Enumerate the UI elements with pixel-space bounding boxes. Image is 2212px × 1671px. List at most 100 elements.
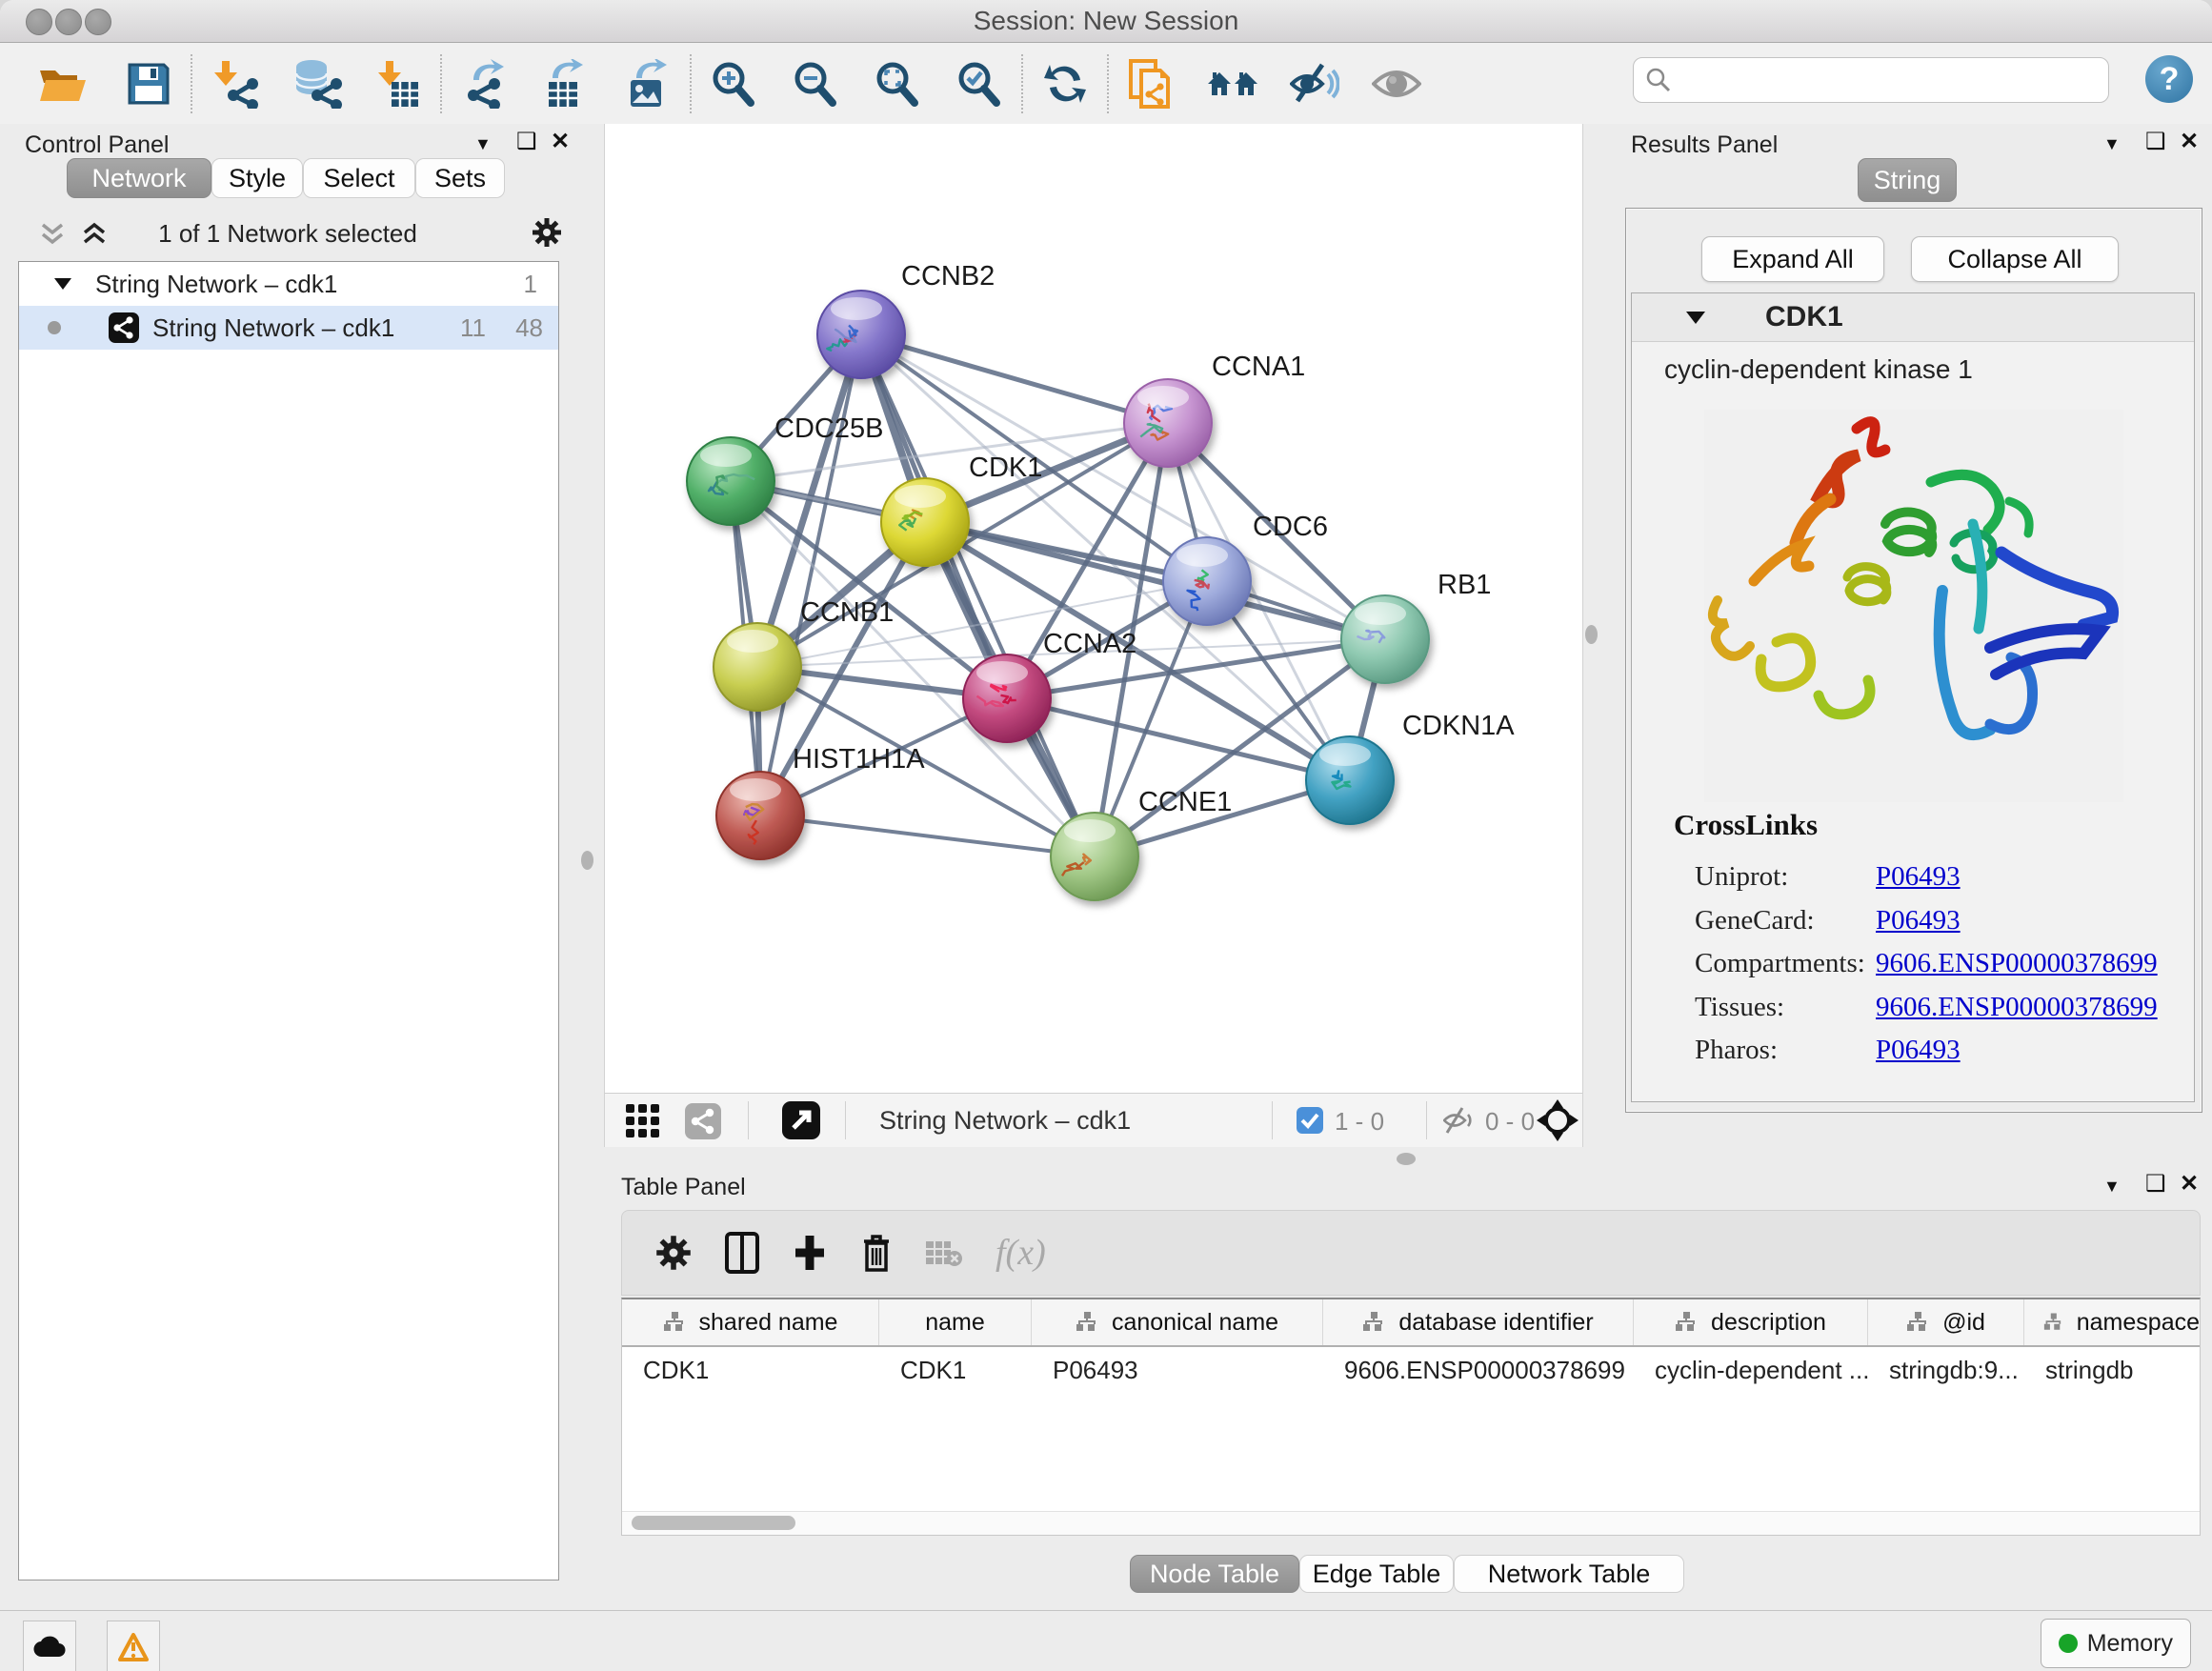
- network-node-cdc6[interactable]: CDC6: [1163, 512, 1328, 625]
- network-options-gear-icon[interactable]: [530, 215, 564, 250]
- show-columns-button[interactable]: [725, 1232, 759, 1274]
- delete-columns-button[interactable]: [860, 1232, 893, 1274]
- collection-expand-icon[interactable]: [53, 276, 72, 292]
- results-panel-close-button[interactable]: ✕: [2180, 131, 2199, 153]
- help-button[interactable]: ?: [2145, 55, 2193, 103]
- column-type-icon: [1076, 1311, 1098, 1334]
- crosslink-pharos[interactable]: P06493: [1876, 1035, 1961, 1065]
- results-panel-float-button[interactable]: ❑: [2145, 131, 2166, 153]
- selected-checkbox-icon[interactable]: [1297, 1107, 1323, 1134]
- network-node-hist1h1a[interactable]: HIST1H1A: [716, 744, 925, 859]
- save-session-button[interactable]: [118, 53, 179, 114]
- network-graph[interactable]: CCNB2CCNA1CDC25BCDK1CDC6RB1CCNB1CCNA2CDK…: [605, 124, 1582, 1091]
- right-splitter-handle[interactable]: [1585, 625, 1598, 644]
- tab-node-table[interactable]: Node Table: [1130, 1555, 1299, 1593]
- crosslink-genecard[interactable]: P06493: [1876, 905, 1961, 936]
- column-header[interactable]: database identifier: [1323, 1299, 1634, 1345]
- search-input[interactable]: [1672, 65, 2076, 96]
- left-splitter-handle[interactable]: [581, 851, 593, 870]
- tab-string[interactable]: String: [1858, 158, 1957, 202]
- network-edge[interactable]: [760, 815, 1095, 856]
- export-network-button[interactable]: [453, 53, 514, 114]
- export-image-icon: [625, 59, 671, 109]
- tab-style[interactable]: Style: [211, 158, 303, 198]
- table-row[interactable]: CDK1 CDK1 P06493 9606.ENSP00000378699 cy…: [622, 1347, 2200, 1393]
- crosslink-label: GeneCard:: [1695, 899, 1876, 943]
- show-all-button[interactable]: [1366, 53, 1427, 114]
- grid-view-icon[interactable]: [626, 1104, 660, 1138]
- tab-edge-table[interactable]: Edge Table: [1299, 1555, 1454, 1593]
- crosslink-tissues[interactable]: 9606.ENSP00000378699: [1876, 992, 2158, 1022]
- column-header[interactable]: namespace: [2024, 1299, 2200, 1345]
- network-row-selected[interactable]: String Network – cdk1 11 48: [19, 306, 558, 350]
- scrollbar-thumb[interactable]: [632, 1516, 795, 1530]
- zoom-out-button[interactable]: [785, 53, 846, 114]
- cytoscape-window: Session: New Session: [0, 0, 2212, 1671]
- footer-network-name: String Network – cdk1: [879, 1106, 1131, 1136]
- zoom-in-button[interactable]: [703, 53, 764, 114]
- birdseye-navigator-icon[interactable]: [1537, 1099, 1579, 1141]
- control-panel-close-button[interactable]: ✕: [551, 131, 570, 153]
- footer-separator: [845, 1101, 846, 1139]
- eye-icon: [1372, 65, 1421, 103]
- network-canvas[interactable]: CCNB2CCNA1CDC25BCDK1CDC6RB1CCNB1CCNA2CDK…: [604, 124, 1583, 1093]
- cloud-status-button[interactable]: [23, 1621, 76, 1671]
- table-panel-close-button[interactable]: ✕: [2180, 1173, 2199, 1196]
- control-panel-float-button[interactable]: ❑: [516, 131, 537, 153]
- import-table-button[interactable]: [368, 53, 429, 114]
- first-neighbors-button[interactable]: [1202, 53, 1263, 114]
- import-network-icon: [211, 59, 258, 109]
- network-edge[interactable]: [861, 334, 1095, 856]
- column-header[interactable]: description: [1634, 1299, 1868, 1345]
- detach-view-icon[interactable]: [782, 1101, 820, 1139]
- memory-button[interactable]: Memory: [2041, 1619, 2191, 1668]
- control-panel-menu-button[interactable]: ▼: [474, 135, 492, 152]
- column-header[interactable]: shared name: [622, 1299, 879, 1345]
- column-header[interactable]: canonical name: [1032, 1299, 1323, 1345]
- tab-sets[interactable]: Sets: [415, 158, 505, 198]
- tab-network-table[interactable]: Network Table: [1454, 1555, 1684, 1593]
- bottom-splitter-handle[interactable]: [1397, 1153, 1416, 1165]
- network-edge[interactable]: [861, 334, 1168, 423]
- network-node-ccna1[interactable]: CCNA1: [1124, 352, 1305, 467]
- crosslink-compartments[interactable]: 9606.ENSP00000378699: [1876, 948, 2158, 978]
- expand-all-button[interactable]: Expand All: [1701, 236, 1884, 282]
- gene-symbol: CDK1: [1765, 301, 1843, 333]
- protein-structure-image: [1704, 410, 2123, 802]
- tab-network[interactable]: Network: [67, 158, 211, 198]
- results-panel-menu-button[interactable]: ▼: [2103, 135, 2121, 152]
- table-panel-menu-button[interactable]: ▼: [2103, 1178, 2121, 1195]
- table-horizontal-scrollbar[interactable]: [622, 1511, 2200, 1535]
- table-panel-float-button[interactable]: ❑: [2145, 1173, 2166, 1196]
- create-column-button[interactable]: [792, 1232, 828, 1274]
- network-view-mode-icon[interactable]: [685, 1103, 721, 1139]
- network-collection-row[interactable]: String Network – cdk1 1: [19, 262, 558, 306]
- export-table-button[interactable]: [535, 53, 596, 114]
- network-node-rb1[interactable]: RB1: [1341, 570, 1491, 683]
- column-header[interactable]: @id: [1868, 1299, 2024, 1345]
- tab-select[interactable]: Select: [303, 158, 415, 198]
- hide-selected-button[interactable]: [1284, 53, 1345, 114]
- crosslink-uniprot[interactable]: P06493: [1876, 861, 1961, 892]
- warnings-button[interactable]: [107, 1621, 160, 1671]
- new-network-from-selection-button[interactable]: [1120, 53, 1181, 114]
- gene-card-header[interactable]: CDK1: [1632, 293, 2194, 342]
- export-image-button[interactable]: [617, 53, 678, 114]
- network-node-cdkn1a[interactable]: CDKN1A: [1306, 711, 1515, 824]
- import-network-file-button[interactable]: [204, 53, 265, 114]
- column-type-icon: [2043, 1311, 2063, 1334]
- network-node-count: 11: [460, 313, 486, 343]
- zoom-selected-button[interactable]: [949, 53, 1010, 114]
- zoom-in-icon: [711, 61, 756, 107]
- refresh-view-button[interactable]: [1035, 53, 1096, 114]
- import-network-database-button[interactable]: [286, 53, 347, 114]
- network-view-footer: String Network – cdk1 1 - 0 0 - 0: [604, 1093, 1583, 1147]
- column-header[interactable]: name: [879, 1299, 1032, 1345]
- collapse-all-button[interactable]: Collapse All: [1911, 236, 2119, 282]
- table-options-button[interactable]: [654, 1234, 693, 1272]
- open-session-button[interactable]: [32, 53, 93, 114]
- gene-collapse-icon[interactable]: [1685, 310, 1706, 325]
- hidden-counts: 0 - 0: [1485, 1107, 1535, 1137]
- table-panel-header: Table Panel ▼ ❑ ✕: [604, 1170, 2212, 1206]
- zoom-fit-button[interactable]: [867, 53, 928, 114]
